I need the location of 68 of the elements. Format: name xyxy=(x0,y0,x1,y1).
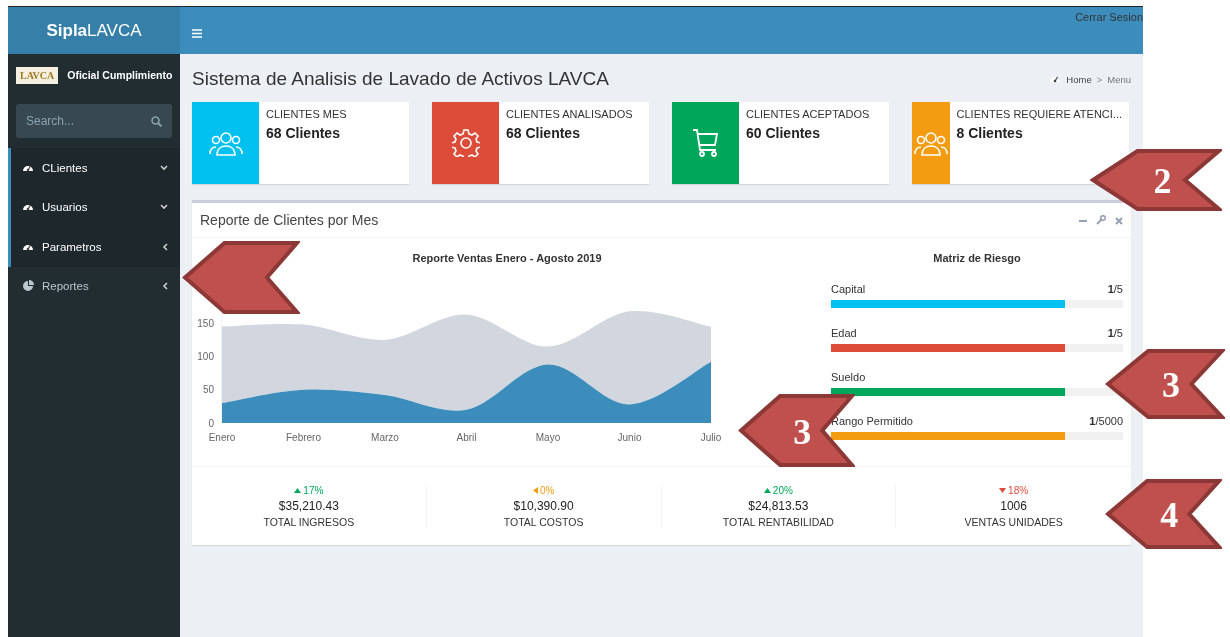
progress-value: 1/5000 xyxy=(1089,415,1123,429)
callout-number: 3 xyxy=(1162,365,1180,405)
gear-icon xyxy=(451,129,480,157)
progress-label: Capital xyxy=(831,283,866,297)
callout-number: 2 xyxy=(1153,161,1172,201)
y-axis-label: 50 xyxy=(202,384,214,396)
brand-logo[interactable]: SiplaLAVCA xyxy=(8,7,180,54)
user-name: Oficial Cumplimiento xyxy=(67,69,173,81)
sidebar-item[interactable]: Reportes xyxy=(8,266,180,306)
x-axis-label: Enero xyxy=(208,432,236,443)
page-title: Sistema de Analisis de Lavado de Activos LAVCA xyxy=(192,68,609,90)
logout-link[interactable]: Cerrar Sesion xyxy=(1075,7,1143,23)
info-box-value: 68 Clientes xyxy=(266,125,341,141)
sidebar-item[interactable]: Usuarios xyxy=(8,187,180,227)
stat-amount: $35,210.43 xyxy=(278,499,339,513)
info-box-label: CLIENTES MES xyxy=(266,108,347,120)
stat-amount: 1006 xyxy=(1000,499,1027,513)
percent-change: 0% xyxy=(539,485,555,496)
percent-change: 17% xyxy=(303,485,324,496)
x-axis-label: Abril xyxy=(456,432,477,443)
people-icon xyxy=(208,130,243,156)
caret-up-icon xyxy=(763,488,771,493)
stat-label: TOTAL INGRESOS xyxy=(263,516,355,528)
search-icon[interactable] xyxy=(151,116,162,127)
y-axis-label: 150 xyxy=(197,317,214,329)
progress-value: 1/5 xyxy=(1107,327,1123,341)
info-box-value: 68 Clientes xyxy=(506,125,581,141)
people-icon xyxy=(913,130,948,156)
info-box-value: 8 Clientes xyxy=(956,125,1024,141)
x-axis-label: Junio xyxy=(617,432,642,443)
progress-label: Edad xyxy=(831,327,857,341)
breadcrumb-link[interactable]: Home xyxy=(1066,73,1092,85)
stat-label: VENTAS UNIDADES xyxy=(964,516,1063,528)
progress-label: Sueldo xyxy=(831,371,866,385)
stat-label: TOTAL RENTABILIDAD xyxy=(722,516,834,528)
menu-icon[interactable] xyxy=(192,26,202,41)
x-axis-label: Julio xyxy=(700,432,722,443)
sidebar-item[interactable]: Parametros xyxy=(8,227,180,267)
breadcrumb-separator: > xyxy=(1096,73,1103,85)
chart-title: Reporte Ventas Enero - Agosto 2019 xyxy=(411,252,603,264)
user-logo: LAVCA xyxy=(16,66,59,84)
matrix-title: Matriz de Riesgo xyxy=(932,252,1022,264)
info-box-label: CLIENTES ANALISADOS xyxy=(506,108,633,120)
y-axis-label: 100 xyxy=(197,351,214,363)
x-axis-label: Febrero xyxy=(286,432,321,443)
cart-icon xyxy=(691,128,720,158)
stat-amount: $24,813.53 xyxy=(748,499,809,513)
x-axis-label: Marzo xyxy=(371,432,399,443)
pie-chart-icon xyxy=(22,280,34,293)
sidebar-item[interactable]: CLientes xyxy=(8,148,180,188)
percent-change: 20% xyxy=(772,485,793,496)
caret-up-icon xyxy=(294,488,302,493)
info-box-label: CLIENTES ACEPTADOS xyxy=(746,108,870,120)
progress-value: 1/5 xyxy=(1107,283,1123,297)
callout-number: 4 xyxy=(1160,495,1179,535)
percent-change: 18% xyxy=(1008,485,1029,496)
stat-label: TOTAL COSTOS xyxy=(503,516,584,528)
stat-amount: $10,390.90 xyxy=(513,499,574,513)
y-axis-label: 0 xyxy=(208,417,214,429)
breadcrumb-link[interactable]: Menu xyxy=(1107,73,1131,85)
callout-number: 3 xyxy=(793,411,812,452)
search-field[interactable]: Search... xyxy=(16,104,172,138)
caret-left-icon xyxy=(532,487,538,494)
info-box-label: CLIENTES REQUIERE ATENCI... xyxy=(956,108,1122,120)
caret-down-icon xyxy=(999,488,1007,493)
info-box-value: 60 Clientes xyxy=(746,125,821,141)
x-axis-label: Mayo xyxy=(535,432,561,443)
panel-title: Reporte de Clientes por Mes xyxy=(200,212,379,228)
